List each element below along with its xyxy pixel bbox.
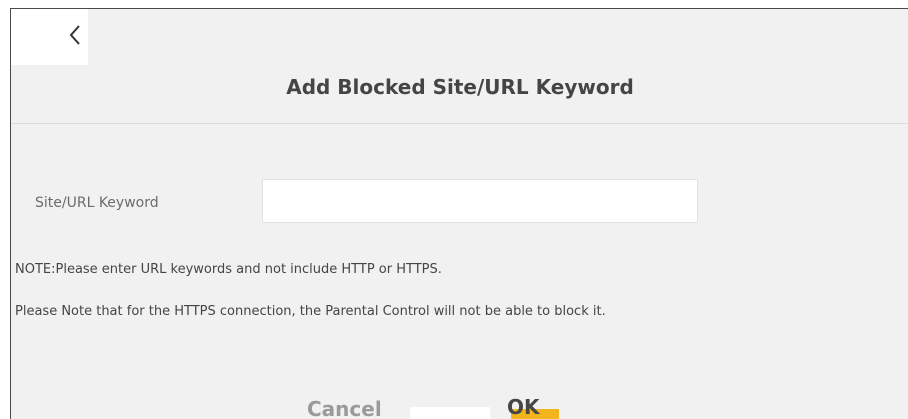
ok-button[interactable]: OK bbox=[507, 395, 540, 419]
screen: Add Blocked Site/URL Keyword Site/URL Ke… bbox=[0, 0, 908, 419]
divider bbox=[11, 123, 908, 124]
cancel-button[interactable]: Cancel bbox=[307, 397, 382, 419]
site-url-keyword-input[interactable] bbox=[262, 179, 698, 223]
site-url-keyword-label: Site/URL Keyword bbox=[35, 195, 159, 211]
add-keyword-dialog: Add Blocked Site/URL Keyword Site/URL Ke… bbox=[10, 8, 908, 419]
chevron-left-icon[interactable] bbox=[66, 23, 86, 47]
cancel-cover bbox=[410, 407, 490, 419]
note-url-keywords: NOTE:Please enter URL keywords and not i… bbox=[15, 262, 442, 277]
dialog-title: Add Blocked Site/URL Keyword bbox=[286, 75, 634, 99]
top-caption bbox=[0, 0, 908, 8]
note-https: Please Note that for the HTTPS connectio… bbox=[15, 304, 606, 319]
